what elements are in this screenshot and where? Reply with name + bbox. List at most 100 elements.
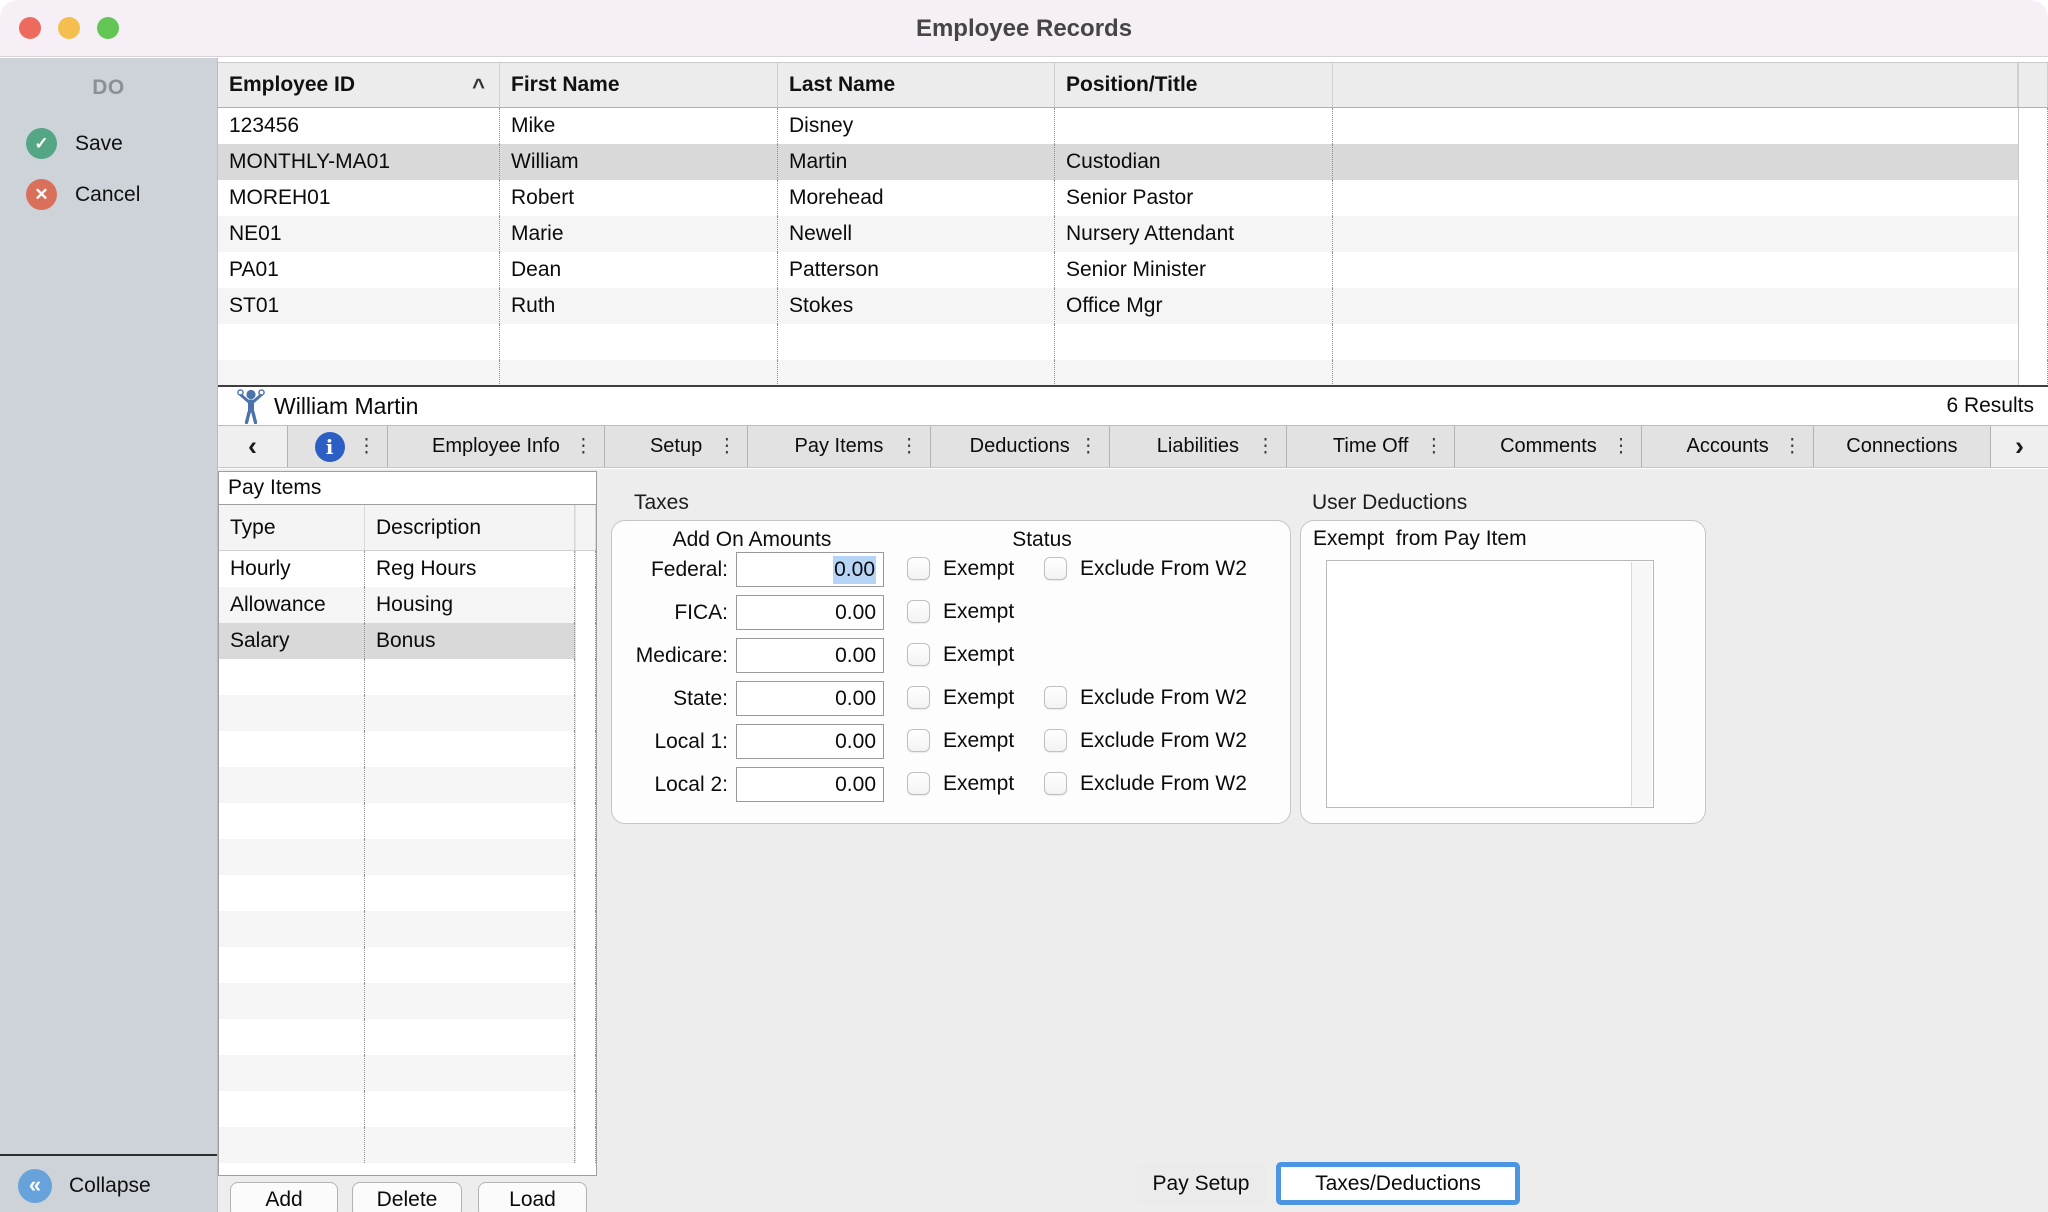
fica-exempt-checkbox[interactable] [907, 600, 930, 623]
taxes-group-box: Add On Amounts Status Federal: 0.00 Exem… [611, 520, 1291, 824]
selected-text: 0.00 [833, 556, 876, 584]
pay-item-row-empty [219, 1127, 596, 1163]
tab-handle-icon: ⋮ [1783, 435, 1802, 458]
taxes-deductions-button[interactable]: Taxes/Deductions [1276, 1162, 1520, 1205]
tab-handle-icon: ⋮ [900, 435, 919, 458]
pay-item-row-empty [219, 839, 596, 875]
pay-item-row-empty [219, 659, 596, 695]
local1-amount-input[interactable]: 0.00 [736, 724, 884, 759]
local2-exclude-w2-checkbox[interactable] [1044, 772, 1067, 795]
pay-item-row-empty [219, 731, 596, 767]
main-area: Employee ID ^ First Name Last Name Posit… [218, 58, 2048, 1212]
medicare-exempt-checkbox[interactable] [907, 643, 930, 666]
state-amount-input[interactable]: 0.00 [736, 681, 884, 716]
sort-ascending-icon: ^ [472, 65, 485, 107]
close-icon: ✕ [26, 179, 57, 210]
window-title: Employee Records [0, 0, 2048, 57]
pay-item-row[interactable]: Hourly Reg Hours [219, 551, 596, 587]
state-exempt-checkbox[interactable] [907, 686, 930, 709]
medicare-amount-input[interactable]: 0.00 [736, 638, 884, 673]
zoom-window-icon[interactable] [97, 17, 119, 39]
fica-amount-input[interactable]: 0.00 [736, 595, 884, 630]
local2-amount-input[interactable]: 0.00 [736, 767, 884, 802]
pay-item-row-empty [219, 695, 596, 731]
list-scrollbar[interactable] [1631, 562, 1652, 806]
table-row[interactable]: ST01 Ruth Stokes Office Mgr [218, 288, 2048, 324]
column-header-employee-id[interactable]: Employee ID ^ [218, 63, 500, 107]
tax-row-local1: Local 1: 0.00 Exempt Exclude From W2 [612, 720, 1290, 763]
table-row-empty [218, 360, 2048, 385]
pay-item-row[interactable]: Allowance Housing [219, 587, 596, 623]
tab-handle-icon: ⋮ [717, 435, 736, 458]
tab-handle-icon: ⋮ [1079, 435, 1098, 458]
tax-row-federal: Federal: 0.00 Exempt Exclude From W2 [612, 548, 1290, 591]
sidebar-divider [0, 1154, 217, 1156]
pay-item-row-empty [219, 767, 596, 803]
table-row[interactable]: MOREH01 Robert Morehead Senior Pastor [218, 180, 2048, 216]
local2-exempt-checkbox[interactable] [907, 772, 930, 795]
tab-info[interactable]: i ⋮ [288, 426, 388, 467]
tab-accounts[interactable]: Accounts⋮ [1642, 426, 1813, 467]
column-header-description[interactable]: Description [365, 505, 575, 550]
table-row[interactable]: NE01 Marie Newell Nursery Attendant [218, 216, 2048, 252]
tab-bar: ‹ i ⋮ Employee Info⋮ Setup⋮ Pay Items⋮ D… [218, 426, 2048, 468]
tab-employee-info[interactable]: Employee Info⋮ [388, 426, 605, 467]
column-header-first-name[interactable]: First Name [500, 63, 778, 107]
exempt-from-pay-item-list[interactable] [1326, 560, 1654, 808]
save-button[interactable]: ✓ Save [26, 128, 217, 159]
tab-liabilities[interactable]: Liabilities⋮ [1110, 426, 1287, 467]
pay-item-row-empty [219, 947, 596, 983]
column-header-position-title[interactable]: Position/Title [1055, 63, 1333, 107]
table-row-empty [218, 324, 2048, 360]
tab-pay-items[interactable]: Pay Items⋮ [748, 426, 930, 467]
tab-handle-icon: ⋮ [1256, 435, 1275, 458]
tab-scroll-right-button[interactable]: › [1990, 426, 2048, 467]
tab-scroll-left-button[interactable]: ‹ [218, 426, 288, 467]
sidebar: DO ✓ Save ✕ Cancel « Collapse [0, 58, 218, 1212]
column-header-filler [1333, 63, 2018, 107]
tax-row-medicare: Medicare: 0.00 Exempt [612, 634, 1290, 677]
column-header-last-name[interactable]: Last Name [778, 63, 1055, 107]
pay-item-row-empty [219, 875, 596, 911]
column-header-type[interactable]: Type [219, 505, 365, 550]
local1-exempt-checkbox[interactable] [907, 729, 930, 752]
exempt-from-pay-item-label: Exempt from Pay Item [1313, 527, 1527, 551]
tax-row-state: State: 0.00 Exempt Exclude From W2 [612, 677, 1290, 720]
federal-exempt-checkbox[interactable] [907, 557, 930, 580]
pay-item-row-empty [219, 983, 596, 1019]
tab-time-off[interactable]: Time Off⋮ [1287, 426, 1455, 467]
local1-exclude-w2-checkbox[interactable] [1044, 729, 1067, 752]
table-row[interactable]: PA01 Dean Patterson Senior Minister [218, 252, 2048, 288]
tab-comments[interactable]: Comments⋮ [1455, 426, 1642, 467]
pay-item-row-empty [219, 803, 596, 839]
close-window-icon[interactable] [19, 17, 41, 39]
pay-items-scroll-gutter [575, 505, 596, 550]
load-button[interactable]: Load [478, 1182, 587, 1212]
table-row[interactable]: 123456 Mike Disney [218, 108, 2048, 144]
table-row-selected[interactable]: MONTHLY-MA01 William Martin Custodian [218, 144, 2048, 180]
collapse-button[interactable]: « Collapse [18, 1169, 151, 1203]
pay-items-header: Type Description [219, 505, 596, 551]
state-exclude-w2-checkbox[interactable] [1044, 686, 1067, 709]
tab-setup[interactable]: Setup⋮ [605, 426, 749, 467]
sidebar-heading: DO [0, 58, 217, 100]
federal-exclude-w2-checkbox[interactable] [1044, 557, 1067, 580]
save-label: Save [75, 132, 123, 156]
info-icon: i [315, 432, 345, 462]
pay-setup-button[interactable]: Pay Setup [1136, 1162, 1266, 1205]
federal-amount-input[interactable]: 0.00 [736, 552, 884, 587]
tab-connections[interactable]: Connections [1814, 426, 1990, 467]
tab-handle-icon: ⋮ [1611, 435, 1630, 458]
delete-button[interactable]: Delete [352, 1182, 462, 1212]
add-button[interactable]: Add [230, 1182, 338, 1212]
tab-deductions[interactable]: Deductions⋮ [931, 426, 1110, 467]
pay-item-row-selected[interactable]: Salary Bonus [219, 623, 596, 659]
results-count: 6 Results [1946, 394, 2034, 418]
taxes-section-label: Taxes [634, 491, 689, 515]
cancel-button[interactable]: ✕ Cancel [26, 179, 217, 210]
app-window: Employee Records DO ✓ Save ✕ Cancel « Co… [0, 0, 2048, 1212]
user-deductions-label: User Deductions [1312, 491, 1467, 515]
minimize-window-icon[interactable] [58, 17, 80, 39]
tax-row-fica: FICA: 0.00 Exempt [612, 591, 1290, 634]
user-deductions-group-box: Exempt from Pay Item [1300, 520, 1706, 824]
